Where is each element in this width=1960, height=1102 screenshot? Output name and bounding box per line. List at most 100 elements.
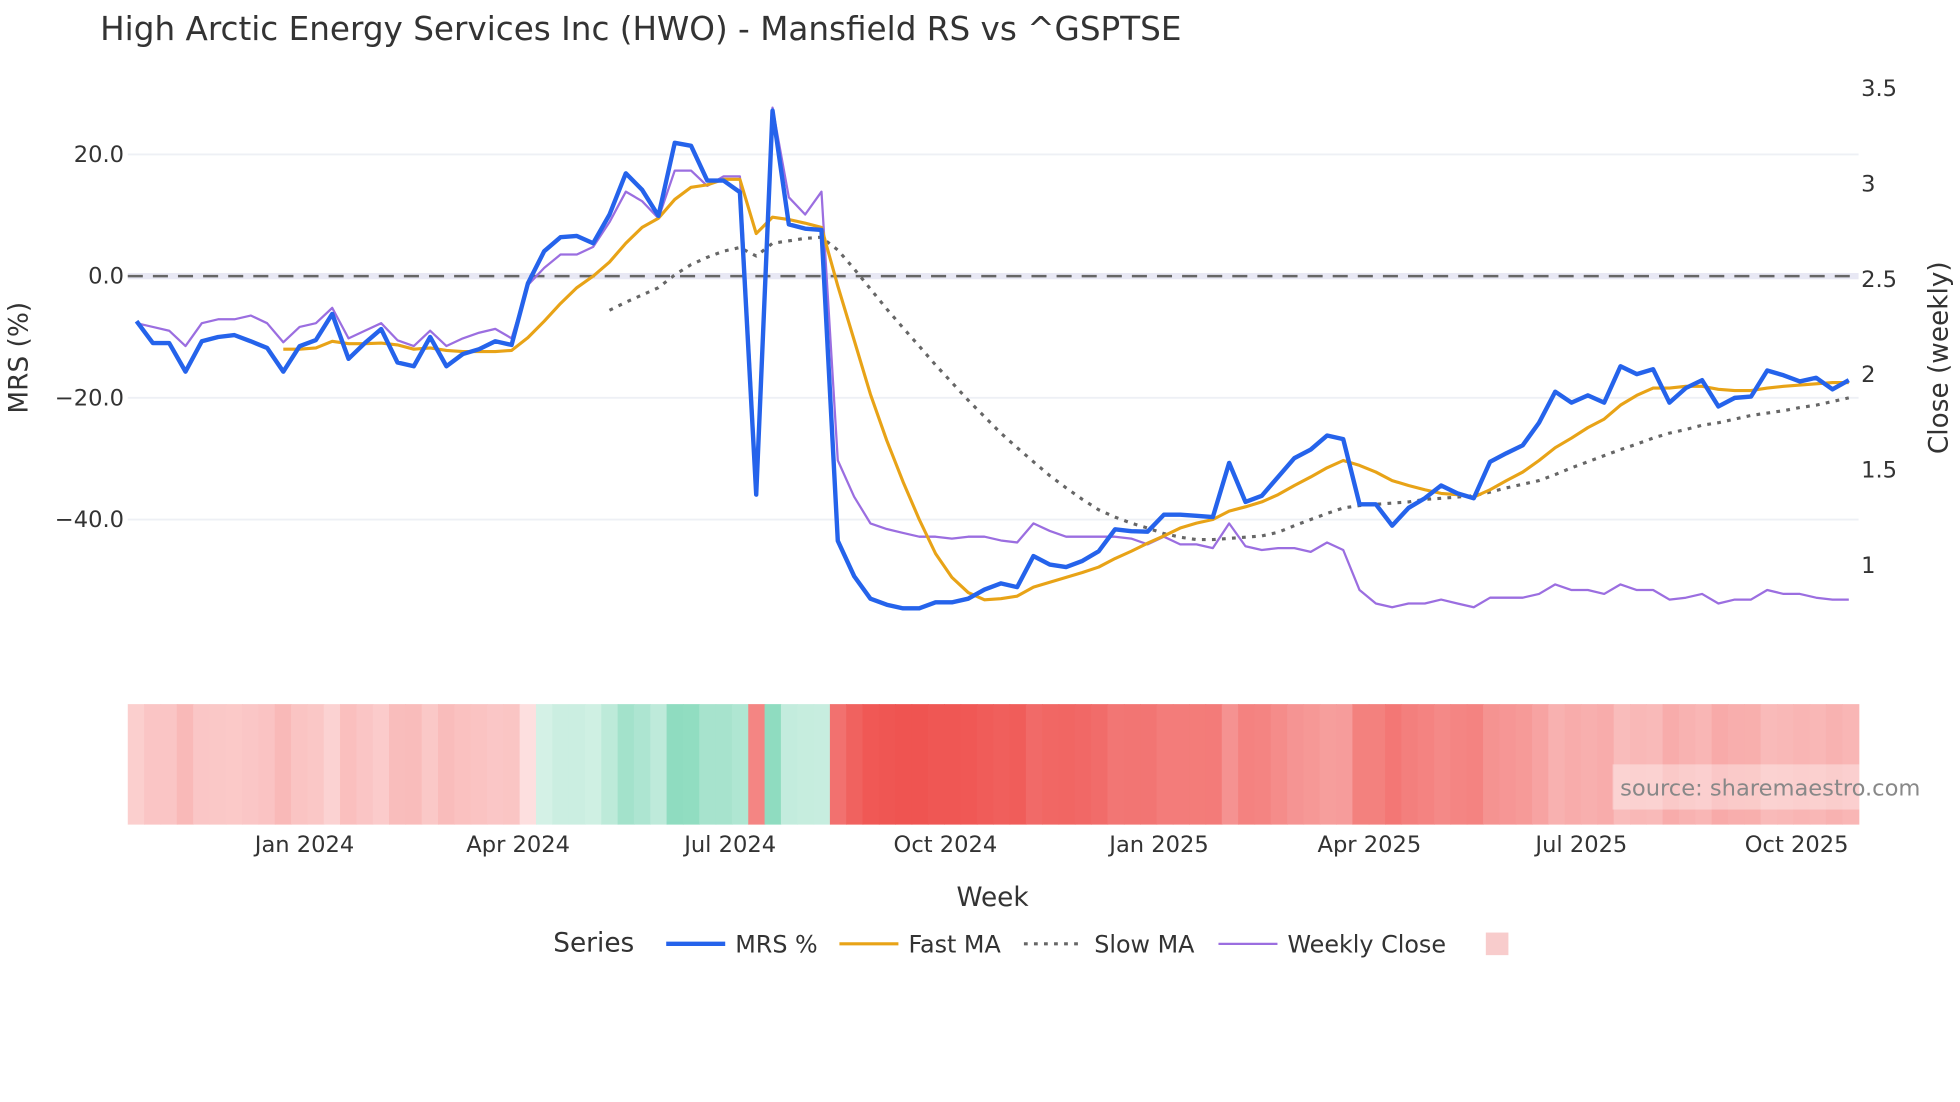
heatmap-cell [1091,704,1109,825]
heatmap-cell [1466,704,1484,825]
heatmap-cell [356,704,374,825]
heatmap-cell [617,704,635,825]
legend-label-fast-ma: Fast MA [908,931,1001,959]
y2-axis-ticks: 3.5 3 2.5 2 1.5 1 [1861,76,1897,579]
x-axis-title: Week [956,883,1029,913]
heatmap-cell [127,704,145,825]
y2-tick-label: 2.5 [1861,267,1897,293]
heatmap-cell [1499,704,1517,825]
heatmap-cell [944,704,962,825]
series-line-mrs [134,108,1850,611]
heatmap-cell [780,704,798,825]
heatmap-cell [535,704,554,825]
legend: Series MRS % Fast MA Slow MA Weekly Clos… [553,928,1509,959]
x-tick-label: Jul 2025 [1533,832,1627,858]
heatmap-cell [486,704,505,825]
heatmap-cell [1336,704,1354,825]
heatmap-cell [242,704,260,825]
heatmap-cell [470,704,488,825]
legend-item-mrs[interactable]: MRS % [666,931,818,959]
heatmap-cell [1172,704,1190,825]
heatmap-cell [1303,704,1321,825]
heatmap-cell [193,704,211,825]
heatmap-cell [764,704,782,825]
y-tick-label: −20.0 [55,385,124,411]
heatmap-cell [846,704,864,825]
heatmap-cell [1434,704,1452,825]
heatmap-cell [813,704,831,825]
mrs-chart: High Arctic Energy Services Inc (HWO) - … [4,10,1959,959]
heatmap-cell [911,704,929,825]
x-tick-label: Apr 2024 [466,832,570,858]
heatmap-cell [291,704,309,825]
x-tick-label: Apr 2025 [1318,832,1422,858]
heatmap-cell [503,704,521,825]
y-axis-title: MRS (%) [4,302,34,414]
heatmap-cell [666,704,684,825]
heatmap-cell [748,704,766,825]
heatmap-cell [797,704,815,825]
heatmap-cell [1107,704,1125,825]
heatmap-cell [1123,704,1141,825]
heatmap-cell [1009,704,1027,825]
legend-item-fast-ma[interactable]: Fast MA [839,931,1001,959]
heatmap-cell [1417,704,1435,825]
heatmap-band [127,704,1860,825]
heatmap-cell [389,704,407,825]
x-axis-ticks: Jan 2024 Apr 2024 Jul 2024 Oct 2024 Jan 2025… [253,832,1849,858]
y2-tick-label: 2 [1861,362,1875,388]
legend-label-weekly-close: Weekly Close [1288,931,1447,959]
heatmap-cell [699,704,717,825]
heatmap-cell [568,704,586,825]
legend-item-weekly-close[interactable]: Weekly Close [1218,931,1446,959]
heatmap-cell [927,704,945,825]
series-lines [134,106,1850,611]
x-tick-label: Jul 2024 [682,832,776,858]
heatmap-cell [144,704,162,825]
heatmap-cell [1385,704,1403,825]
heatmap-cell [1450,704,1468,825]
heatmap-cell [1548,704,1566,825]
heatmap-cell [454,704,472,825]
x-tick-label: Oct 2024 [894,832,998,858]
heatmap-cell [976,704,994,825]
heatmap-cell [1025,704,1043,825]
heatmap-cell [1401,704,1419,825]
heatmap-cell [274,704,292,825]
chart-title: High Arctic Energy Services Inc (HWO) - … [100,10,1181,48]
heatmap-cell [1368,704,1386,825]
heatmap-cell [160,704,178,825]
legend-label-slow-ma: Slow MA [1094,931,1195,959]
legend-label-mrs: MRS % [735,931,817,959]
heatmap-cell [552,704,570,825]
y2-axis-title: Close (weekly) [1925,261,1955,454]
watermark: source: sharemaestro.com [1612,764,1959,810]
heatmap-cell [1483,704,1501,825]
heatmap-cell [209,704,227,825]
x-tick-label: Jan 2024 [253,832,354,858]
heatmap-cell [225,704,243,825]
heatmap-cell [1597,704,1615,825]
heatmap-cell [1058,704,1076,825]
heatmap-cell [650,704,668,825]
watermark-text: source: sharemaestro.com [1620,776,1920,802]
legend-swatch-heatmap[interactable] [1485,932,1509,956]
y-tick-label: 0.0 [88,264,124,290]
heatmap-cell [1564,704,1582,825]
heatmap-cell [1254,704,1272,825]
heatmap-cell [1042,704,1060,825]
legend-title: Series [553,928,634,958]
y2-tick-label: 1.5 [1861,457,1897,483]
heatmap-cell [340,704,358,825]
heatmap-cell [1532,704,1550,825]
x-tick-label: Oct 2025 [1745,832,1849,858]
heatmap-cell [993,704,1011,825]
heatmap-cell [1156,704,1174,825]
x-tick-label: Jan 2025 [1107,832,1208,858]
heatmap-cell [1270,704,1288,825]
heatmap-cell [258,704,276,825]
y-axis-ticks: 20.0 0.0 −20.0 −40.0 [55,142,124,533]
heatmap-cell [1205,704,1223,825]
legend-item-slow-ma[interactable]: Slow MA [1023,931,1195,959]
heatmap-cell [878,704,896,825]
